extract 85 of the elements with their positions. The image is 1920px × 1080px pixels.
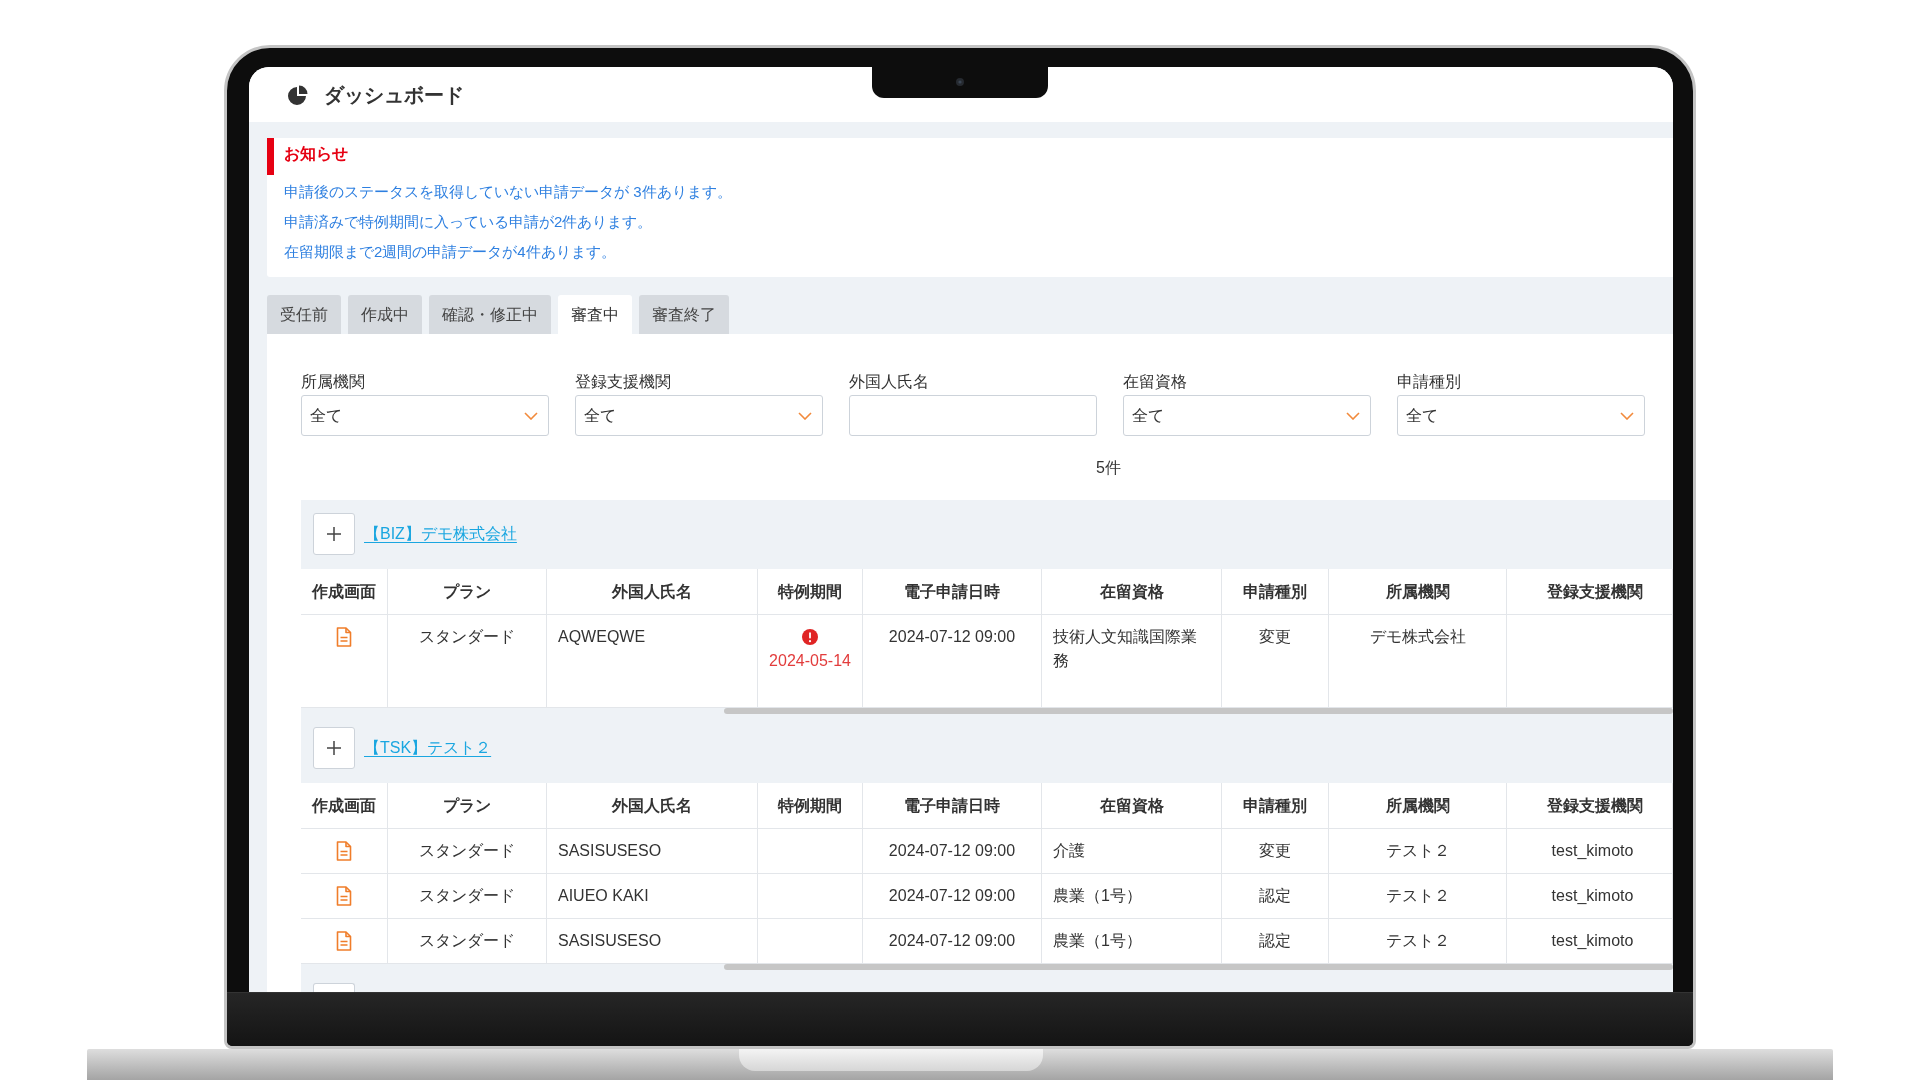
column-header: 所属機関 bbox=[1329, 783, 1507, 829]
table-cell: 農業（1号） bbox=[1042, 874, 1222, 919]
tab[interactable]: 審査中 bbox=[558, 295, 632, 334]
column-header: 所属機関 bbox=[1329, 569, 1507, 615]
column-header: プラン bbox=[388, 783, 547, 829]
alert-icon bbox=[802, 629, 818, 645]
table-cell: スタンダード bbox=[388, 874, 547, 919]
column-header: 外国人氏名 bbox=[547, 783, 758, 829]
table-cell: 2024-07-12 09:00 bbox=[863, 615, 1042, 708]
document-icon[interactable] bbox=[336, 627, 352, 647]
document-icon[interactable] bbox=[336, 886, 352, 906]
table-cell: スタンダード bbox=[388, 919, 547, 964]
text-field[interactable] bbox=[849, 395, 1097, 436]
select-field[interactable]: 全て bbox=[1397, 395, 1645, 436]
page-title: ダッシュボード bbox=[324, 82, 464, 108]
filter-label: 登録支援機関 bbox=[575, 372, 671, 392]
tab[interactable]: 受任前 bbox=[267, 295, 341, 334]
column-header: 作成画面 bbox=[301, 569, 388, 615]
filter-label: 在留資格 bbox=[1123, 372, 1187, 392]
table-cell: 技術人文知識国際業務 bbox=[1042, 615, 1222, 708]
document-icon[interactable] bbox=[336, 931, 352, 951]
table-cell: SASISUSESO bbox=[547, 919, 758, 964]
table-cell: 2024-07-12 09:00 bbox=[863, 829, 1042, 874]
table-cell: テスト２ bbox=[1329, 919, 1507, 964]
result-count: 5件 bbox=[1096, 458, 1121, 478]
notice-link[interactable]: 在留期限まで2週間の申請データが4件あります。 bbox=[284, 237, 616, 267]
table-cell: 2024-07-12 09:00 bbox=[863, 874, 1042, 919]
tab[interactable]: 審査終了 bbox=[639, 295, 729, 334]
warning-date: 2024-05-14 bbox=[769, 651, 851, 671]
column-header: 特例期間 bbox=[758, 569, 863, 615]
table-cell: デモ株式会社 bbox=[1329, 615, 1507, 708]
plus-icon bbox=[327, 527, 341, 541]
table-cell: AQWEQWE bbox=[547, 615, 758, 708]
column-header: 作成画面 bbox=[301, 783, 388, 829]
table-cell: 介護 bbox=[1042, 829, 1222, 874]
pie-chart-icon bbox=[287, 83, 309, 106]
camera-icon bbox=[956, 78, 964, 86]
table-cell: テスト２ bbox=[1329, 874, 1507, 919]
column-header: プラン bbox=[388, 569, 547, 615]
table-cell: SASISUSESO bbox=[547, 829, 758, 874]
table-cell: 変更 bbox=[1222, 829, 1329, 874]
chevron-down-icon bbox=[1346, 411, 1360, 420]
select-field[interactable]: 全て bbox=[1123, 395, 1371, 436]
filter-label: 所属機関 bbox=[301, 372, 365, 392]
table-cell: 認定 bbox=[1222, 874, 1329, 919]
scrollbar-thumb[interactable] bbox=[724, 708, 1673, 714]
column-header: 電子申請日時 bbox=[863, 783, 1042, 829]
table-cell: 2024-07-12 09:00 bbox=[863, 919, 1042, 964]
column-header: 電子申請日時 bbox=[863, 569, 1042, 615]
column-header: 外国人氏名 bbox=[547, 569, 758, 615]
scrollbar-thumb[interactable] bbox=[724, 964, 1673, 970]
select-field[interactable]: 全て bbox=[575, 395, 823, 436]
column-header: 申請種別 bbox=[1222, 569, 1329, 615]
table-cell: 認定 bbox=[1222, 919, 1329, 964]
chevron-down-icon bbox=[1620, 411, 1634, 420]
table-cell: test_kimoto bbox=[1507, 919, 1673, 964]
column-header: 在留資格 bbox=[1042, 783, 1222, 829]
table-cell: スタンダード bbox=[388, 829, 547, 874]
select-field[interactable]: 全て bbox=[301, 395, 549, 436]
tab[interactable]: 作成中 bbox=[348, 295, 422, 334]
notice-link[interactable]: 申請後のステータスを取得していない申請データが 3件あります。 bbox=[284, 177, 732, 207]
filter-label: 外国人氏名 bbox=[849, 372, 929, 392]
chevron-down-icon bbox=[524, 411, 538, 420]
table-cell: テスト２ bbox=[1329, 829, 1507, 874]
table-cell: test_kimoto bbox=[1507, 874, 1673, 919]
column-header: 登録支援機関 bbox=[1507, 569, 1673, 615]
table-cell: AIUEO KAKI bbox=[547, 874, 758, 919]
column-header: 登録支援機関 bbox=[1507, 783, 1673, 829]
table-cell: スタンダード bbox=[388, 615, 547, 708]
table-cell: 変更 bbox=[1222, 615, 1329, 708]
table-cell: test_kimoto bbox=[1507, 829, 1673, 874]
notice-link[interactable]: 申請済みで特例期間に入っている申請が2件あります。 bbox=[284, 207, 653, 237]
tab[interactable]: 確認・修正中 bbox=[429, 295, 551, 334]
filter-label: 申請種別 bbox=[1397, 372, 1461, 392]
add-button[interactable] bbox=[313, 513, 355, 555]
add-button[interactable] bbox=[313, 727, 355, 769]
accent-bar bbox=[267, 138, 274, 175]
column-header: 申請種別 bbox=[1222, 783, 1329, 829]
column-header: 在留資格 bbox=[1042, 569, 1222, 615]
table-cell: 農業（1号） bbox=[1042, 919, 1222, 964]
chevron-down-icon bbox=[798, 411, 812, 420]
document-icon[interactable] bbox=[336, 841, 352, 861]
column-header: 特例期間 bbox=[758, 783, 863, 829]
plus-icon bbox=[327, 741, 341, 755]
notice-title: お知らせ bbox=[284, 144, 348, 164]
